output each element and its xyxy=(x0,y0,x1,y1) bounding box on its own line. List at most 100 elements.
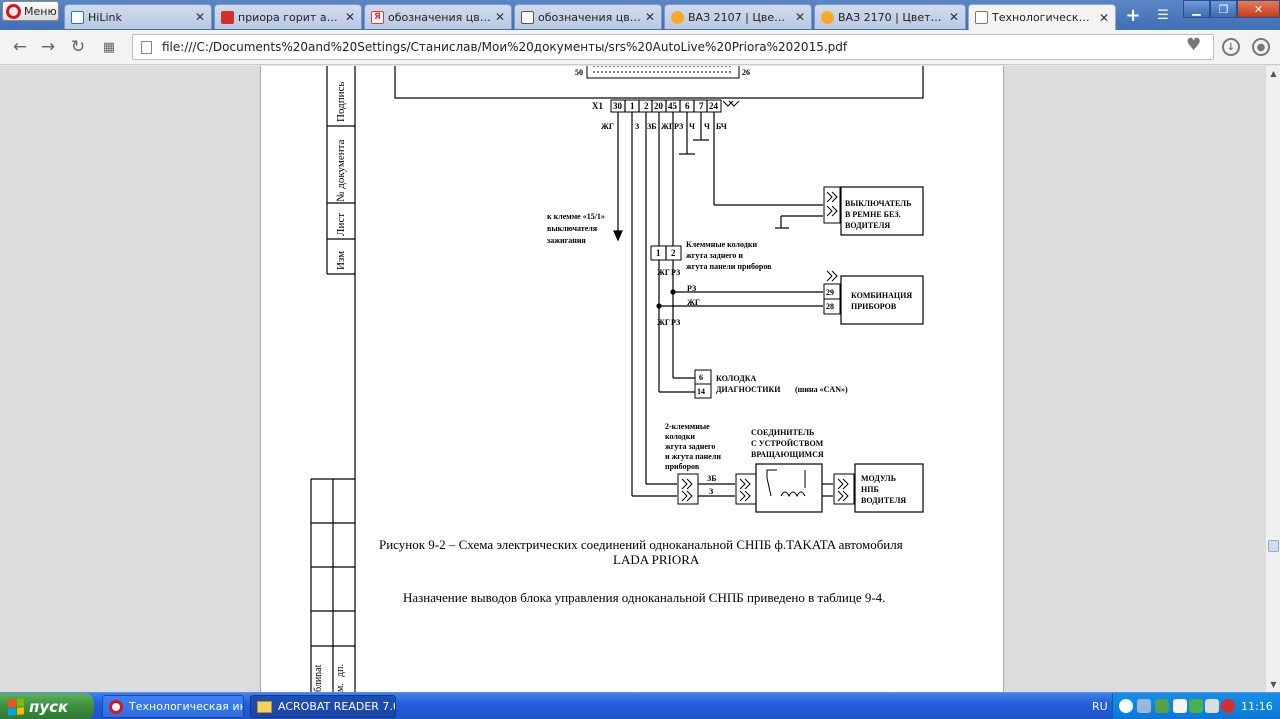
tab-vaz2107[interactable]: ВАЗ 2107 | Цветовые ✕ xyxy=(664,4,812,29)
tab-yandex-colors[interactable]: Я обозначения цвета пр ✕ xyxy=(364,4,512,29)
taskbar-button-label: ACROBAT READER 7.05 xyxy=(278,700,396,713)
scroll-thumb[interactable] xyxy=(1268,540,1279,552)
reload-button[interactable]: ↻ xyxy=(66,36,90,58)
tab-bar: Меню HiLink ✕ приора горит айрбаг ✕ Я об… xyxy=(0,0,1280,30)
antivirus-icon[interactable] xyxy=(1155,699,1169,713)
close-tab-icon[interactable]: ✕ xyxy=(495,10,505,24)
close-tab-icon[interactable]: ✕ xyxy=(645,10,655,24)
taskbar-button-folder[interactable]: ACROBAT READER 7.05 xyxy=(250,695,396,718)
close-tab-icon[interactable]: ✕ xyxy=(195,10,205,24)
wire-color: РЗ xyxy=(674,122,684,131)
tray-expand-icon[interactable] xyxy=(1119,699,1133,713)
tab-image-colors[interactable]: обозначения цвета пр ✕ xyxy=(514,4,662,29)
close-tab-icon[interactable]: ✕ xyxy=(795,10,805,24)
display-icon[interactable] xyxy=(1205,699,1219,713)
pin-number: 20 xyxy=(654,101,663,111)
ignition-note: к клемме «15/1» xyxy=(547,212,605,221)
minimize-button[interactable]: ▁ xyxy=(1183,0,1210,18)
device-icon[interactable] xyxy=(1173,699,1187,713)
page-info-icon xyxy=(141,40,152,54)
taskbar-button-browser[interactable]: Технологическая ин... xyxy=(102,695,244,718)
page-favicon-icon xyxy=(71,10,84,24)
car-icon xyxy=(671,10,684,24)
cluster-label: ПРИБОРОВ xyxy=(851,302,897,311)
opera-menu-button[interactable]: Меню xyxy=(2,1,59,21)
address-field[interactable]: file:///C:/Documents%20and%20Settings/Ст… xyxy=(132,34,1214,60)
tab-label: ВАЗ 2170 | Цветовые xyxy=(838,10,945,24)
forward-button[interactable]: → xyxy=(36,36,60,58)
tab-menu-button[interactable]: ☰ xyxy=(1152,5,1174,25)
diag-pin: 14 xyxy=(697,387,705,396)
new-tab-button[interactable]: + xyxy=(1122,5,1144,26)
diag-label: ДИАГНОСТИКИ xyxy=(716,385,781,394)
taskbar: пуск Технологическая ин... ACROBAT READE… xyxy=(0,692,1280,719)
opera-logo-icon xyxy=(6,3,21,19)
airbag-module-label: ВОДИТЕЛЯ xyxy=(861,496,907,505)
url-text: file:///C:/Documents%20and%20Settings/Ст… xyxy=(162,40,848,54)
diag-label: КОЛОДКА xyxy=(716,374,757,383)
stamp-label: Подпись xyxy=(335,81,347,122)
wire-color: Ч xyxy=(704,122,710,131)
pin-number: 2 xyxy=(644,101,649,111)
tab-vaz2170[interactable]: ВАЗ 2170 | Цветовые ✕ xyxy=(814,4,966,29)
close-tab-icon[interactable]: ✕ xyxy=(345,10,355,24)
scroll-up-icon[interactable]: ▲ xyxy=(1266,66,1280,81)
wire-color: ЖГ xyxy=(601,122,614,131)
back-button[interactable]: ← xyxy=(8,36,32,58)
shield-icon[interactable] xyxy=(1221,699,1235,713)
pin-number: 7 xyxy=(699,101,704,111)
scroll-down-icon[interactable]: ▼ xyxy=(1266,677,1280,692)
tab-label: обозначения цвета пр xyxy=(538,10,641,24)
bookmark-heart-icon[interactable]: ♥ xyxy=(1186,35,1201,55)
stamp-label: дп. xyxy=(335,664,346,677)
pdf-page: Подпись № документа Лист Изм блиnat м. д… xyxy=(260,66,1004,692)
windows-logo-icon xyxy=(8,697,24,716)
vertical-scrollbar[interactable]: ▲ ▼ xyxy=(1265,66,1280,692)
network-icon[interactable] xyxy=(1137,699,1151,713)
tab-airbag-search[interactable]: приора горит айрбаг ✕ xyxy=(214,4,362,29)
pdf-viewer[interactable]: Подпись № документа Лист Изм блиnat м. д… xyxy=(0,66,1265,692)
bottom-wire: ЗБ xyxy=(707,474,717,483)
speed-dial-grid-icon[interactable]: ▦ xyxy=(97,36,121,58)
close-window-button[interactable]: ✕ xyxy=(1237,0,1280,18)
cluster-label: КОМБИНАЦИЯ xyxy=(851,291,913,300)
language-indicator[interactable]: RU xyxy=(1092,700,1108,713)
pin-number: 1 xyxy=(630,101,635,111)
body-paragraph: Назначение выводов блока управления одно… xyxy=(403,590,886,605)
close-tab-icon[interactable]: ✕ xyxy=(1099,11,1109,25)
wire-color: З xyxy=(635,122,640,131)
account-icon[interactable]: ● xyxy=(1252,38,1270,56)
cluster-pin: 28 xyxy=(826,302,834,311)
ignition-note: выключателя xyxy=(547,224,598,233)
diag-pin: 6 xyxy=(699,373,703,382)
monitor-icon[interactable] xyxy=(1189,699,1203,713)
harness-wire: ЖГ xyxy=(657,268,670,277)
stamp-label: блиnat xyxy=(313,664,324,692)
tab-pdf-active[interactable]: Технологическая инс ✕ xyxy=(968,4,1116,30)
connector-note: жгута заднего и xyxy=(686,251,743,260)
stamp-label: № документа xyxy=(335,139,347,202)
folder-icon xyxy=(257,700,272,713)
figure-caption: LADA PRIORA xyxy=(613,552,700,567)
close-tab-icon[interactable]: ✕ xyxy=(949,10,959,24)
belt-switch-label: В РЕМНЕ БЕЗ. xyxy=(845,210,901,219)
tab-hilink[interactable]: HiLink ✕ xyxy=(64,4,212,29)
connector-note: Клеммные колодки xyxy=(686,240,758,249)
favicon-icon xyxy=(221,10,234,24)
start-button[interactable]: пуск xyxy=(0,693,94,719)
address-toolbar: ← → ↻ ▦ file:///C:/Documents%20and%20Set… xyxy=(0,30,1280,65)
document-icon xyxy=(975,11,988,24)
terminal-number: 1 xyxy=(656,248,661,258)
taskbar-button-label: Технологическая ин... xyxy=(129,700,243,713)
cluster-wire: РЗ xyxy=(687,284,697,293)
ecu-pin-label: 50 xyxy=(575,68,583,77)
download-icon[interactable]: ↓ xyxy=(1222,38,1240,56)
stamp-label: Изм xyxy=(335,250,347,270)
rotary-note: ВРАЩАЮЩИМСЯ xyxy=(751,450,824,459)
ecu-pin-label: 26 xyxy=(742,68,750,77)
car-icon xyxy=(821,10,834,24)
ignition-note: зажигания xyxy=(547,236,586,245)
rotary-note: С УСТРОЙСТВОМ xyxy=(751,439,824,448)
maximize-button[interactable]: ❐ xyxy=(1210,0,1237,18)
pin-number: 6 xyxy=(685,101,690,111)
